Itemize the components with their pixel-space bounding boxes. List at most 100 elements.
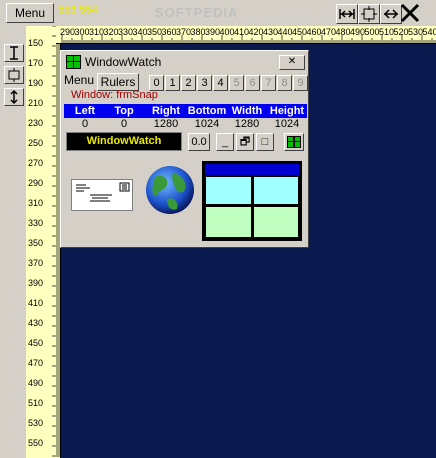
header-right: Right bbox=[151, 105, 181, 117]
fit-width-icon bbox=[339, 9, 355, 19]
top-toolbar: Menu 556 554 SOFTPEDIA bbox=[0, 0, 436, 27]
top-ruler-label: 350 bbox=[147, 27, 162, 37]
value-left: 0 bbox=[81, 118, 89, 130]
top-ruler-label: 370 bbox=[176, 27, 191, 37]
window-menu[interactable]: Menu bbox=[64, 73, 94, 87]
ruler-preset-8[interactable]: 8 bbox=[277, 75, 292, 91]
globe-icon[interactable] bbox=[145, 165, 195, 215]
top-ruler-label: 380 bbox=[191, 27, 206, 37]
left-ruler-label: 490 bbox=[28, 378, 43, 388]
left-ruler-scale: 150 170 190 210 230 250 270 290 310 330 350 370 390 4… bbox=[28, 26, 60, 457]
value-top: 0 bbox=[120, 118, 128, 130]
left-ruler-label: 210 bbox=[28, 98, 43, 108]
top-ruler-label: 310 bbox=[89, 27, 104, 37]
zoom-button[interactable]: 0.0 bbox=[188, 133, 210, 151]
top-ruler-label: 520 bbox=[394, 27, 409, 37]
value-height: 1024 bbox=[274, 118, 300, 130]
left-ruler-label: 550 bbox=[28, 438, 43, 448]
left-ruler-label: 290 bbox=[28, 178, 43, 188]
header-height: Height bbox=[269, 105, 305, 117]
top-ruler-label: 360 bbox=[162, 27, 177, 37]
left-ruler-label: 310 bbox=[28, 198, 43, 208]
top-ruler[interactable]: 290 300 310 320 330 340 350 360 370 380 390 400 410 4… bbox=[56, 26, 436, 44]
vertical-fit-button[interactable] bbox=[4, 66, 24, 84]
top-ruler-label: 430 bbox=[263, 27, 278, 37]
top-ruler-label: 490 bbox=[350, 27, 365, 37]
top-ruler-label: 540 bbox=[423, 27, 436, 37]
windowwatch-window: WindowWatch ✕ Menu Rulers 0123456789 Win… bbox=[60, 50, 309, 248]
header-width: Width bbox=[231, 105, 263, 117]
top-ruler-label: 510 bbox=[379, 27, 394, 37]
top-ruler-label: 480 bbox=[336, 27, 351, 37]
tile-icon bbox=[287, 136, 301, 148]
close-button[interactable] bbox=[398, 1, 422, 25]
top-ruler-label: 410 bbox=[234, 27, 249, 37]
envelope-icon[interactable] bbox=[71, 179, 133, 211]
top-ruler-label: 440 bbox=[278, 27, 293, 37]
window-name-text: Window: frmSnap bbox=[71, 89, 158, 101]
left-ruler-label: 430 bbox=[28, 318, 43, 328]
left-ruler-label: 350 bbox=[28, 238, 43, 248]
left-ruler-label: 530 bbox=[28, 418, 43, 428]
ruler-preset-6[interactable]: 6 bbox=[245, 75, 260, 91]
vertical-fit-icon bbox=[8, 68, 20, 82]
ruler-preset-7[interactable]: 7 bbox=[261, 75, 276, 91]
top-ruler-label: 320 bbox=[104, 27, 119, 37]
close-icon bbox=[400, 3, 420, 23]
top-ruler-label: 340 bbox=[133, 27, 148, 37]
left-ruler-label: 330 bbox=[28, 218, 43, 228]
app-icon bbox=[66, 55, 81, 69]
value-width: 1280 bbox=[234, 118, 260, 130]
top-ruler-label: 300 bbox=[75, 27, 90, 37]
top-ruler-label: 500 bbox=[365, 27, 380, 37]
vertical-shrink-icon bbox=[10, 89, 18, 105]
screen-layout-preview[interactable] bbox=[202, 161, 302, 241]
left-ruler[interactable]: 150 170 190 210 230 250 270 290 310 330 350 370 390 4… bbox=[26, 26, 61, 458]
top-ruler-scale: 290 300 310 320 330 340 350 360 370 380 390 400 410 4… bbox=[60, 27, 436, 43]
left-ruler-label: 410 bbox=[28, 298, 43, 308]
left-toolbar bbox=[0, 26, 26, 458]
watermark-text: SOFTPEDIA bbox=[155, 5, 239, 20]
top-ruler-label: 390 bbox=[205, 27, 220, 37]
vertical-shrink-button[interactable] bbox=[4, 88, 24, 106]
vertical-ruler-button[interactable] bbox=[4, 44, 24, 62]
ruler-preset-4[interactable]: 4 bbox=[213, 75, 228, 91]
dimension-header: Left Top Right Bottom Width Height bbox=[64, 104, 307, 118]
header-left: Left bbox=[74, 105, 96, 117]
window-title: WindowWatch bbox=[85, 55, 162, 69]
left-ruler-label: 170 bbox=[28, 58, 43, 68]
vertical-measure-icon bbox=[10, 46, 18, 60]
left-ruler-label: 370 bbox=[28, 258, 43, 268]
ruler-preset-5[interactable]: 5 bbox=[229, 75, 244, 91]
fit-both-button[interactable] bbox=[358, 4, 380, 24]
header-top: Top bbox=[114, 105, 134, 117]
minimize-button[interactable]: _ bbox=[216, 133, 234, 151]
top-ruler-label: 530 bbox=[408, 27, 423, 37]
left-ruler-label: 470 bbox=[28, 358, 43, 368]
window-close-button[interactable]: ✕ bbox=[279, 55, 305, 70]
coordinate-readout: 556 554 bbox=[58, 4, 98, 16]
ruler-preset-1[interactable]: 1 bbox=[165, 75, 180, 91]
maximize-button[interactable]: □ bbox=[256, 133, 274, 151]
left-ruler-label: 150 bbox=[28, 38, 43, 48]
fit-both-icon bbox=[361, 6, 377, 22]
left-ruler-label: 190 bbox=[28, 78, 43, 88]
top-ruler-label: 450 bbox=[292, 27, 307, 37]
window-titlebar[interactable]: WindowWatch ✕ bbox=[63, 53, 306, 71]
tile-button[interactable] bbox=[284, 133, 304, 151]
header-bottom: Bottom bbox=[187, 105, 227, 117]
top-ruler-label: 330 bbox=[118, 27, 133, 37]
top-ruler-label: 400 bbox=[220, 27, 235, 37]
menu-button[interactable]: Menu bbox=[6, 3, 54, 23]
value-bottom: 1024 bbox=[194, 118, 220, 130]
ruler-preset-2[interactable]: 2 bbox=[181, 75, 196, 91]
top-ruler-label: 470 bbox=[321, 27, 336, 37]
left-ruler-label: 510 bbox=[28, 398, 43, 408]
fit-width-button[interactable] bbox=[336, 4, 358, 24]
window-name-label: WindowWatch bbox=[66, 132, 182, 151]
restore-button[interactable]: 🗗 bbox=[236, 133, 254, 151]
ruler-preset-3[interactable]: 3 bbox=[197, 75, 212, 91]
top-ruler-label: 290 bbox=[60, 27, 75, 37]
ruler-preset-9[interactable]: 9 bbox=[293, 75, 308, 91]
top-ruler-label: 460 bbox=[307, 27, 322, 37]
